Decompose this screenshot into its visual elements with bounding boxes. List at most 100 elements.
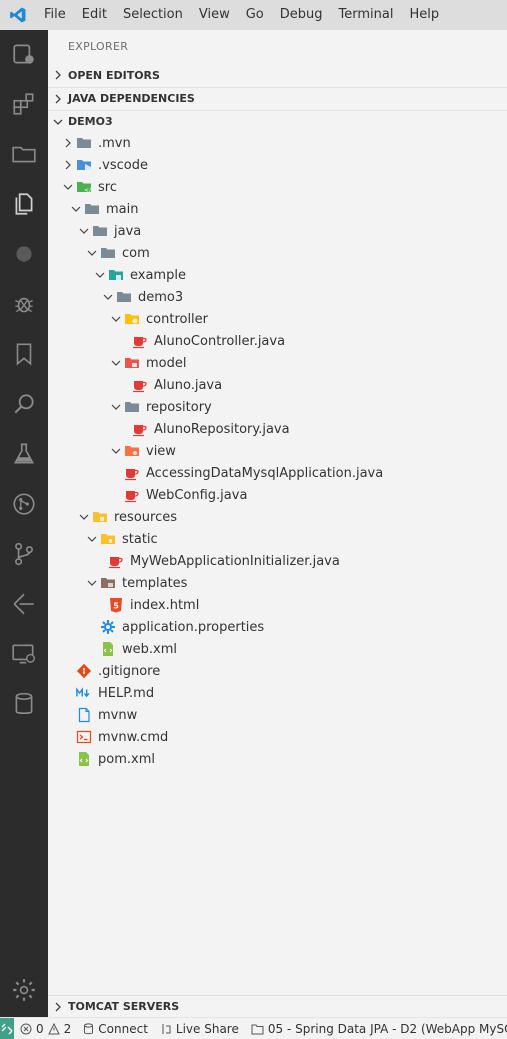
explorer-icon[interactable]: [0, 180, 48, 228]
java-file-icon: [132, 421, 148, 437]
tree-item-label: .mvn: [98, 135, 131, 151]
json-icon[interactable]: [0, 230, 48, 278]
tree-folder-row[interactable]: model: [48, 352, 507, 374]
search-icon[interactable]: [0, 380, 48, 428]
tree-folder-row[interactable]: .mvn: [48, 132, 507, 154]
menu-view[interactable]: View: [191, 0, 238, 30]
chevron-down-icon: [108, 311, 124, 327]
problems-indicator[interactable]: 0 2: [14, 1022, 77, 1036]
tree-folder-row[interactable]: repository: [48, 396, 507, 418]
project-label: DEMO3: [68, 115, 113, 128]
git-lens-icon[interactable]: [0, 580, 48, 628]
src-folder-icon: </>: [76, 179, 92, 195]
menu-help[interactable]: Help: [401, 0, 447, 30]
tree-folder-row[interactable]: com: [48, 242, 507, 264]
tree-file-row[interactable]: web.xml: [48, 638, 507, 660]
settings-gear-icon[interactable]: [0, 966, 48, 1014]
project-header[interactable]: DEMO3: [48, 110, 507, 132]
tree-file-row[interactable]: pom.xml: [48, 748, 507, 770]
live-share-button[interactable]: Live Share: [154, 1022, 245, 1036]
test-flask-icon[interactable]: [0, 430, 48, 478]
tree-file-row[interactable]: AccessingDataMysqlApplication.java: [48, 462, 507, 484]
bookmark-icon[interactable]: [0, 330, 48, 378]
tree-file-row[interactable]: HELP.md: [48, 682, 507, 704]
database-icon: [84, 1022, 94, 1034]
gear-file-icon: [100, 619, 116, 635]
connect-button[interactable]: Connect: [77, 1022, 154, 1036]
html-file-icon: 5: [108, 597, 124, 613]
tree-folder-row[interactable]: controller: [48, 308, 507, 330]
remote-monitor-icon[interactable]: [0, 630, 48, 678]
java-dependencies-header[interactable]: JAVA DEPENDENCIES: [48, 87, 507, 109]
folder-icon[interactable]: [0, 130, 48, 178]
tree-folder-row[interactable]: </> src: [48, 176, 507, 198]
tree-file-row[interactable]: WebConfig.java: [48, 484, 507, 506]
tree-item-label: mvnw: [98, 707, 138, 723]
tree-file-row[interactable]: mvnw.cmd: [48, 726, 507, 748]
menu-terminal[interactable]: Terminal: [331, 0, 402, 30]
tree-item-label: application.properties: [122, 619, 265, 635]
tree-file-row[interactable]: 5 index.html: [48, 594, 507, 616]
tree-file-row[interactable]: AlunoRepository.java: [48, 418, 507, 440]
git-graph-icon[interactable]: [0, 480, 48, 528]
tree-folder-row[interactable]: static: [48, 528, 507, 550]
tree-file-row[interactable]: Aluno.java: [48, 374, 507, 396]
tree-file-row[interactable]: MyWebApplicationInitializer.java: [48, 550, 507, 572]
menu-selection[interactable]: Selection: [115, 0, 191, 30]
database-icon[interactable]: [0, 680, 48, 728]
menu-file[interactable]: File: [36, 0, 74, 30]
remote-explorer-icon[interactable]: [0, 30, 48, 78]
menu-edit[interactable]: Edit: [74, 0, 115, 30]
menu-go[interactable]: Go: [238, 0, 272, 30]
menu-debug[interactable]: Debug: [272, 0, 331, 30]
chevron-down-icon: [84, 531, 100, 547]
tree-item-label: resources: [114, 509, 178, 525]
source-control-icon[interactable]: [0, 530, 48, 578]
tree-folder-row[interactable]: demo3: [48, 286, 507, 308]
folder-open-icon: [84, 201, 100, 217]
remote-indicator[interactable]: [0, 1018, 14, 1039]
tree-file-row[interactable]: application.properties: [48, 616, 507, 638]
tree-folder-row[interactable]: resources: [48, 506, 507, 528]
tree-item-label: .gitignore: [98, 663, 161, 679]
tree-file-row[interactable]: AlunoController.java: [48, 330, 507, 352]
tree-file-row[interactable]: .gitignore: [48, 660, 507, 682]
open-editors-header[interactable]: OPEN EDITORS: [48, 64, 507, 86]
tree-item-label: src: [98, 179, 117, 195]
tree-folder-row[interactable]: view: [48, 440, 507, 462]
extensions-icon[interactable]: [0, 80, 48, 128]
chevron-right-icon: [60, 135, 76, 151]
tree-item-label: index.html: [130, 597, 200, 613]
tree-folder-row[interactable]: main: [48, 198, 507, 220]
tree-folder-row[interactable]: java: [48, 220, 507, 242]
svg-text:5: 5: [113, 602, 119, 611]
cmd-file-icon: [76, 729, 92, 745]
chevron-down-icon: [48, 117, 68, 127]
tree-item-label: AccessingDataMysqlApplication.java: [146, 465, 384, 481]
vscode-logo-icon: [0, 0, 36, 30]
debug-icon[interactable]: [0, 280, 48, 328]
workspace-label: 05 - Spring Data JPA - D2 (WebApp MySQL): [267, 1021, 507, 1036]
folder-icon: [76, 135, 92, 151]
warning-icon: [47, 1022, 60, 1034]
view-folder-icon: [124, 443, 140, 459]
tree-item-label: com: [122, 245, 150, 261]
workspace-indicator[interactable]: 05 - Spring Data JPA - D2 (WebApp MySQL): [245, 1022, 507, 1036]
tree-item-label: demo3: [138, 289, 184, 305]
chevron-down-icon: [68, 201, 84, 217]
tree-folder-row[interactable]: example: [48, 264, 507, 286]
tomcat-servers-header[interactable]: TOMCAT SERVERS: [48, 995, 507, 1017]
chevron-right-icon: [48, 1002, 68, 1012]
chevron-right-icon: [48, 94, 68, 104]
tree-item-label: repository: [146, 399, 212, 415]
folder-icon: [251, 1024, 264, 1034]
tree-folder-row[interactable]: .vscode: [48, 154, 507, 176]
tree-file-row[interactable]: mvnw: [48, 704, 507, 726]
tree-folder-row[interactable]: templates: [48, 572, 507, 594]
